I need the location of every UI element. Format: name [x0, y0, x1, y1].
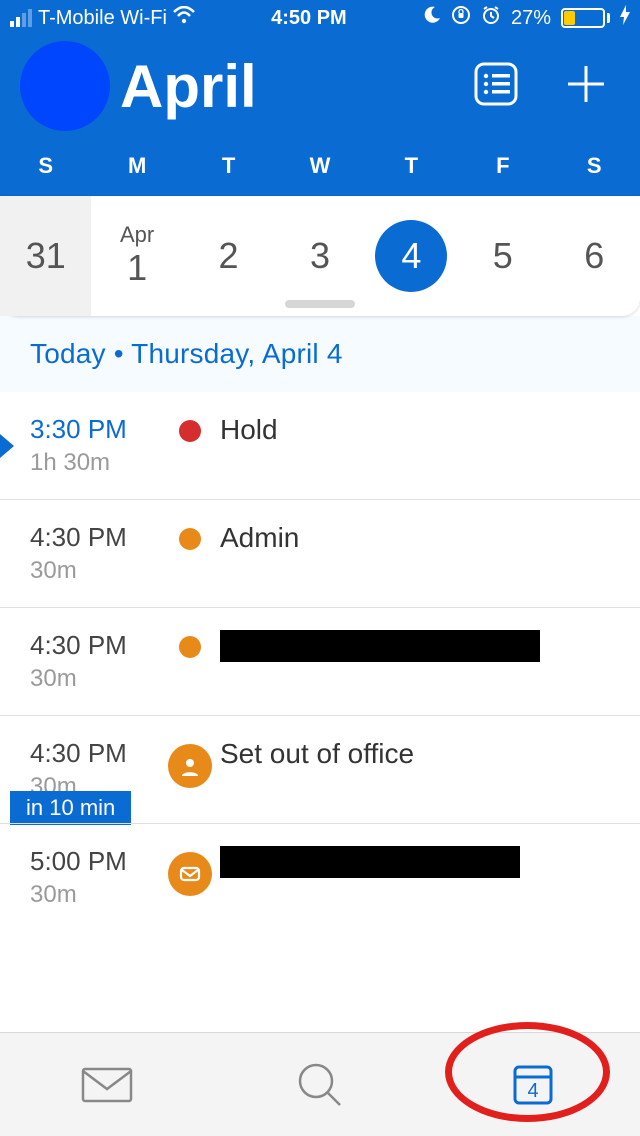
clock-label: 4:50 PM [195, 7, 423, 30]
bottom-tabbar: 4 [0, 1032, 640, 1136]
calendar-tab[interactable]: 4 [427, 1033, 640, 1136]
event-row[interactable]: 5:00 PM 30m [0, 823, 640, 931]
calendar-dot-icon [179, 528, 201, 550]
event-duration: 30m [30, 881, 160, 909]
title-row: April [0, 36, 640, 136]
battery-pct-label: 27% [511, 7, 551, 30]
event-duration: 1h 30m [30, 449, 160, 477]
charging-icon [620, 5, 630, 31]
signal-icon [10, 9, 32, 27]
event-title: Hold [220, 414, 610, 446]
agenda-list[interactable]: 3:30 PM 1h 30m Hold 4:30 PM 30m Admin 4:… [0, 392, 640, 931]
day-cell[interactable]: 2 [183, 196, 274, 316]
weekday-label: T [366, 153, 457, 179]
status-right: 27% [423, 5, 630, 31]
event-row[interactable]: 4:30 PM 30m [0, 607, 640, 715]
calendar-dot-icon [179, 420, 201, 442]
day-cell-selected[interactable]: 4 [366, 196, 457, 316]
event-row[interactable]: 3:30 PM 1h 30m Hold [0, 392, 640, 499]
alarm-icon [481, 5, 501, 31]
weekday-label: S [0, 153, 91, 179]
week-picker[interactable]: 31 Apr1 2 3 4 5 6 [0, 196, 640, 316]
weekday-label: S [549, 153, 640, 179]
new-event-button[interactable] [562, 60, 610, 113]
today-header: Today • Thursday, April 4 [0, 316, 640, 392]
weekday-label: F [457, 153, 548, 179]
upcoming-pill: in 10 min [10, 791, 131, 825]
event-title: Set out of office [220, 738, 610, 770]
calendar-dot-icon [179, 636, 201, 658]
search-tab[interactable] [213, 1033, 426, 1136]
event-time: 4:30 PM [30, 630, 160, 661]
month-title[interactable]: April [120, 52, 470, 121]
drag-handle[interactable] [285, 300, 355, 308]
weekday-label: M [91, 153, 182, 179]
day-cell[interactable]: 31 [0, 196, 91, 316]
profile-avatar[interactable] [20, 41, 110, 131]
status-left: T-Mobile Wi-Fi [10, 6, 195, 30]
redacted-title [220, 846, 520, 878]
event-time: 3:30 PM [30, 414, 160, 445]
day-cell[interactable]: 5 [457, 196, 548, 316]
battery-icon [561, 8, 610, 28]
day-cell[interactable]: 3 [274, 196, 365, 316]
event-row[interactable]: 4:30 PM 30m Admin [0, 499, 640, 607]
event-time: 5:00 PM [30, 846, 160, 877]
app-header: T-Mobile Wi-Fi 4:50 PM 27% April S M T W [0, 0, 640, 196]
carrier-label: T-Mobile Wi-Fi [38, 7, 167, 30]
current-time-indicator-icon [0, 434, 14, 458]
weekday-label: W [274, 153, 365, 179]
weekday-label: T [183, 153, 274, 179]
mail-tab[interactable] [0, 1033, 213, 1136]
mail-event-icon [168, 852, 212, 896]
event-duration: 30m [30, 665, 160, 693]
orientation-lock-icon [451, 5, 471, 31]
weekday-header: S M T W T F S [0, 136, 640, 196]
event-time: 4:30 PM [30, 738, 160, 769]
status-bar: T-Mobile Wi-Fi 4:50 PM 27% [0, 0, 640, 36]
event-duration: 30m [30, 557, 160, 585]
day-cell[interactable]: Apr1 [91, 196, 182, 316]
calendar-tab-number: 4 [528, 1080, 539, 1102]
event-time: 4:30 PM [30, 522, 160, 553]
wifi-icon [173, 6, 195, 30]
agenda-view-button[interactable] [470, 58, 522, 115]
out-of-office-icon [168, 744, 212, 788]
dnd-moon-icon [423, 6, 441, 30]
redacted-title [220, 630, 540, 662]
day-cell[interactable]: 6 [549, 196, 640, 316]
event-title: Admin [220, 522, 610, 554]
